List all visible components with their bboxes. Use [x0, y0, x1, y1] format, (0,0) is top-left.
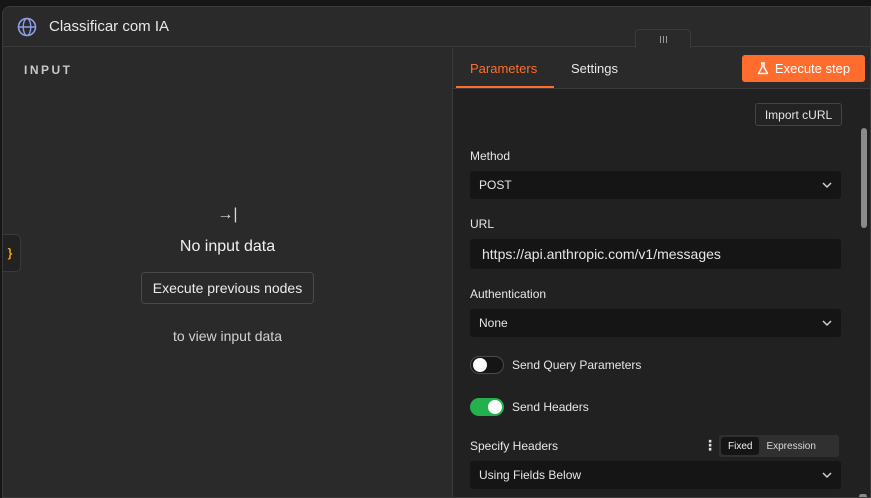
authentication-select[interactable]: None — [470, 309, 841, 337]
import-curl-button[interactable]: Import cURL — [755, 103, 842, 126]
drag-handle[interactable] — [635, 29, 691, 48]
execute-step-label: Execute step — [774, 61, 851, 76]
send-headers-toggle[interactable] — [470, 398, 504, 416]
mode-switch: Fixed Expression — [719, 435, 839, 457]
chevron-down-icon — [822, 320, 832, 327]
specify-headers-label: Specify Headers — [470, 439, 559, 453]
scrollbar-thumb[interactable] — [861, 128, 867, 228]
active-tab-indicator — [456, 86, 554, 88]
scrollbar-end — [859, 494, 867, 497]
mode-fixed[interactable]: Fixed — [721, 437, 760, 455]
url-input[interactable]: https://api.anthropic.com/v1/messages — [470, 239, 841, 269]
method-label: Method — [470, 149, 511, 163]
empty-state: →| No input data Execute previous nodes … — [3, 206, 452, 344]
chevron-down-icon — [822, 472, 832, 479]
arrow-to-bar-icon: →| — [217, 206, 238, 223]
url-value: https://api.anthropic.com/v1/messages — [482, 246, 721, 262]
mode-expression[interactable]: Expression — [759, 437, 822, 455]
tab-parameters[interactable]: Parameters — [470, 61, 537, 76]
url-label: URL — [470, 217, 495, 231]
chevron-down-icon — [822, 182, 832, 189]
send-query-label: Send Query Parameters — [512, 358, 642, 372]
more-options-icon[interactable]: ⋮ — [703, 437, 717, 454]
node-title[interactable]: Classificar com IA — [49, 18, 169, 35]
tab-settings[interactable]: Settings — [571, 61, 618, 76]
method-value: POST — [479, 178, 512, 192]
specify-headers-value: Using Fields Below — [479, 468, 582, 482]
flask-icon — [757, 62, 769, 75]
globe-icon — [17, 17, 37, 36]
execute-previous-nodes-button[interactable]: Execute previous nodes — [140, 272, 315, 304]
view-input-hint: to view input data — [173, 328, 282, 344]
node-modal: Classificar com IA INPUT →| No input dat… — [2, 6, 871, 498]
authentication-value: None — [479, 316, 508, 330]
tab-bar: Parameters Settings Execute step — [453, 48, 870, 89]
input-pane: INPUT →| No input data Execute previous … — [3, 48, 452, 497]
send-headers-label: Send Headers — [512, 400, 589, 414]
execute-step-button[interactable]: Execute step — [742, 55, 865, 82]
authentication-label: Authentication — [470, 287, 547, 301]
title-bar: Classificar com IA — [3, 7, 870, 47]
brace-icon[interactable]: } — [3, 234, 21, 272]
send-query-toggle[interactable] — [470, 356, 504, 374]
parameters-pane: Parameters Settings Execute step Import … — [452, 48, 870, 497]
method-select[interactable]: POST — [470, 171, 841, 199]
input-heading: INPUT — [24, 63, 73, 77]
no-input-message: No input data — [179, 238, 276, 255]
parameters-form: Import cURL Method POST URL https://api.… — [453, 89, 870, 497]
specify-headers-select[interactable]: Using Fields Below — [470, 461, 841, 489]
